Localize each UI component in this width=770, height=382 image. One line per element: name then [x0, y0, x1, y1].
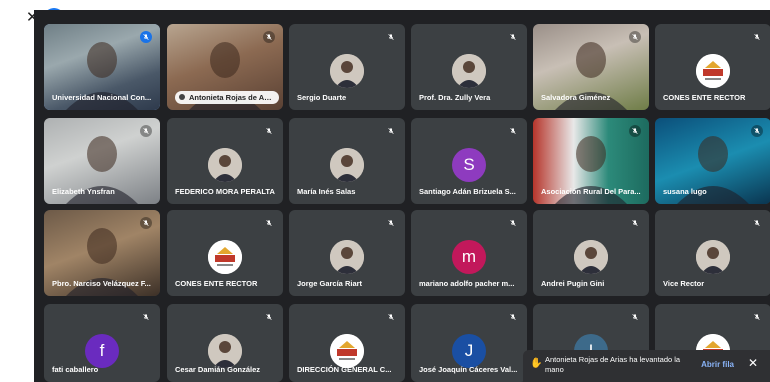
participant-name: Elizabeth Ynsfran [52, 187, 115, 196]
participant-name: José Joaquín Cáceres Val... [419, 365, 518, 374]
participant-name: DIRECCIÓN GENERAL C... [297, 365, 392, 374]
mic-muted-icon [385, 125, 397, 137]
mic-muted-icon [629, 125, 641, 137]
mic-muted-icon [385, 31, 397, 43]
participant-name: FEDERICO MORA PERALTA [175, 187, 275, 196]
participant-tile[interactable]: Cesar Damián González [167, 304, 283, 382]
avatar: J [452, 334, 486, 368]
participant-tile[interactable]: FEDERICO MORA PERALTA [167, 118, 283, 204]
participant-tile[interactable]: Pbro. Narciso Velázquez F... [44, 210, 160, 296]
mic-muted-icon [385, 217, 397, 229]
mic-muted-icon [263, 31, 275, 43]
mic-muted-icon [140, 125, 152, 137]
participant-name: Vice Rector [663, 279, 705, 288]
participant-tile[interactable]: Jorge García Riart [289, 210, 405, 296]
avatar: m [452, 240, 486, 274]
mic-muted-icon [507, 125, 519, 137]
participant-name: Jorge García Riart [297, 279, 363, 288]
participant-tile[interactable]: S Santiago Adán Brizuela S... [411, 118, 527, 204]
participant-tile[interactable]: Andrei Pugin Gini [533, 210, 649, 296]
shield-logo-icon [208, 148, 242, 182]
mic-muted-icon [629, 217, 641, 229]
profile-photo-icon [330, 240, 364, 274]
audio-level-icon [140, 31, 152, 43]
profile-photo-icon [330, 148, 364, 182]
participant-name: Cesar Damián González [175, 365, 261, 374]
participant-tile[interactable]: Universidad Nacional Con... [44, 24, 160, 110]
participant-name: Universidad Nacional Con... [52, 93, 152, 102]
participant-tile[interactable]: f fati caballero [44, 304, 160, 382]
participant-name: susana lugo [663, 187, 707, 196]
participant-name: Salvadora Giménez [541, 93, 611, 102]
profile-photo-icon [452, 54, 486, 88]
raised-hand-notification: ✋ Antonieta Rojas de Arias ha levantado … [523, 350, 770, 382]
mic-muted-icon [263, 311, 275, 323]
participant-tile[interactable]: m mariano adolfo pacher m... [411, 210, 527, 296]
mic-muted-icon [507, 217, 519, 229]
participant-name: Pbro. Narciso Velázquez F... [52, 279, 151, 288]
participant-name: mariano adolfo pacher m... [419, 279, 515, 288]
participant-name: Andrei Pugin Gini [541, 279, 605, 288]
participant-tile[interactable]: Asociación Rural Del Para... [533, 118, 649, 204]
video-grid: Universidad Nacional Con... Antonieta Roj… [34, 10, 770, 382]
institution-logo-icon [208, 334, 242, 368]
participant-tile[interactable]: Sergio Duarte [289, 24, 405, 110]
participant-name: Santiago Adán Brizuela S... [419, 187, 516, 196]
participant-tile[interactable]: susana lugo [655, 118, 770, 204]
participant-tile[interactable]: María Inés Salas [289, 118, 405, 204]
dismiss-notification-button[interactable]: ✕ [748, 357, 758, 369]
participant-name: Asociación Rural Del Para... [541, 187, 641, 196]
mic-muted-icon [629, 31, 641, 43]
open-queue-button[interactable]: Abrir fila [701, 360, 734, 370]
mic-muted-icon [263, 125, 275, 137]
participant-tile[interactable]: J José Joaquín Cáceres Val... [411, 304, 527, 382]
participant-tile[interactable]: CONES ENTE RECTOR [167, 210, 283, 296]
mic-muted-icon [507, 31, 519, 43]
mic-muted-icon [385, 311, 397, 323]
cones-logo-icon [208, 240, 242, 274]
participant-name: Sergio Duarte [297, 93, 347, 102]
profile-photo-icon [574, 240, 608, 274]
mic-muted-icon [263, 217, 275, 229]
participant-name: CONES ENTE RECTOR [663, 93, 746, 102]
profile-photo-icon [696, 240, 730, 274]
participant-tile[interactable]: CONES ENTE RECTOR [655, 24, 770, 110]
mic-muted-icon [140, 311, 152, 323]
participant-tile[interactable]: Vice Rector [655, 210, 770, 296]
mic-muted-icon [140, 217, 152, 229]
participant-tile[interactable]: Elizabeth Ynsfran [44, 118, 160, 204]
participant-name: CONES ENTE RECTOR [175, 279, 258, 288]
mic-muted-icon [751, 125, 763, 137]
cones-logo-icon [696, 54, 730, 88]
participant-tile[interactable]: DIRECCIÓN GENERAL C... [289, 304, 405, 382]
mic-muted-icon [507, 311, 519, 323]
participant-tile[interactable]: Salvadora Giménez [533, 24, 649, 110]
raised-hand-icon: ✋ [530, 358, 543, 369]
participant-name: Prof. Dra. Zully Vera [419, 93, 491, 102]
participant-name: María Inés Salas [297, 187, 356, 196]
cones-logo-icon [330, 334, 364, 368]
participant-tile[interactable]: Prof. Dra. Zully Vera [411, 24, 527, 110]
mic-muted-icon [629, 311, 641, 323]
mic-muted-icon [751, 311, 763, 323]
avatar: S [452, 148, 486, 182]
avatar: f [85, 334, 119, 368]
participant-tile[interactable]: Antonieta Rojas de Arias [167, 24, 283, 110]
participant-name: fati caballero [52, 365, 99, 374]
mic-muted-icon [751, 31, 763, 43]
notification-text: Antonieta Rojas de Arias ha levantado la… [545, 355, 681, 374]
profile-photo-icon [330, 54, 364, 88]
participant-name: Antonieta Rojas de Arias [175, 91, 279, 104]
mic-muted-icon [751, 217, 763, 229]
